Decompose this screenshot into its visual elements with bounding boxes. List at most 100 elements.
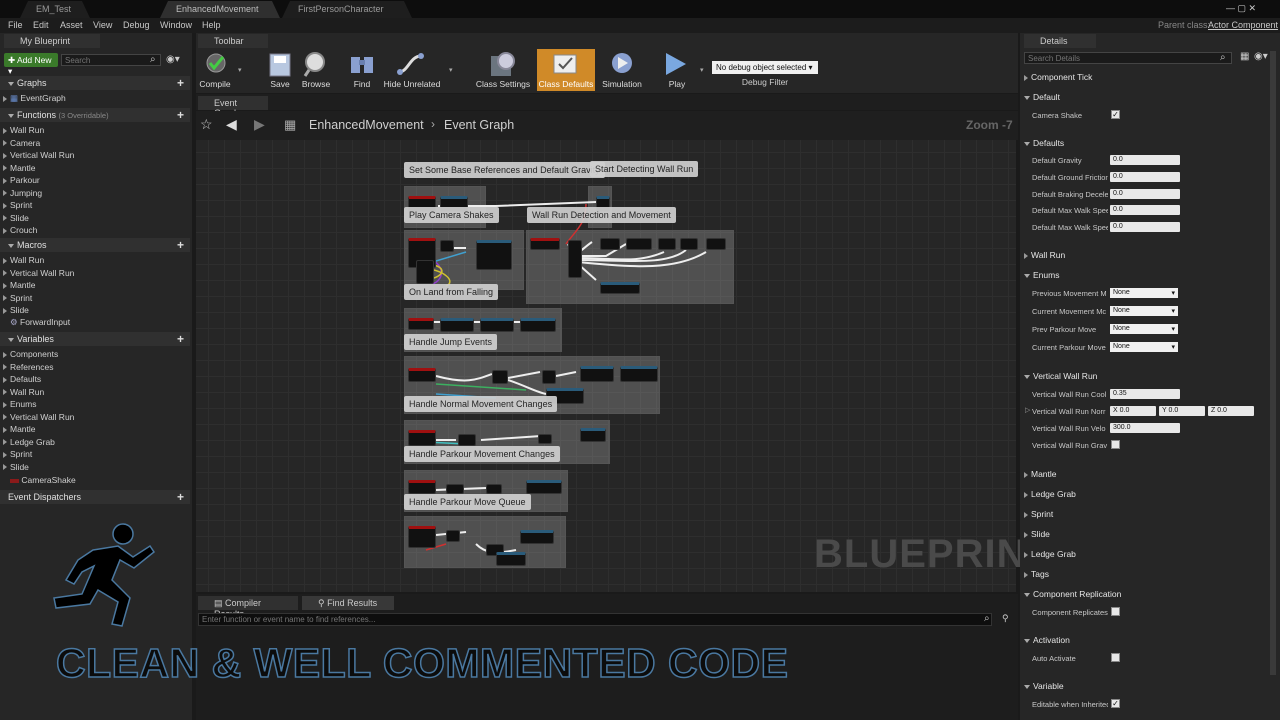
section-defaults[interactable]: Defaults (1024, 138, 1064, 148)
section-component-replication[interactable]: Component Replication (1024, 589, 1121, 599)
graph-node[interactable] (480, 318, 514, 332)
variables-header[interactable]: Variables + (0, 332, 190, 346)
save-button[interactable]: Save (264, 79, 296, 89)
vwr-normal-z-field[interactable]: Z 0.0 (1208, 406, 1254, 416)
graph-node[interactable] (496, 552, 526, 566)
menu-help[interactable]: Help (202, 20, 221, 30)
vwr-normal-x-field[interactable]: X 0.0 (1110, 406, 1156, 416)
function-item[interactable]: Jumping (3, 188, 42, 198)
class-settings-button[interactable]: Class Settings (472, 79, 534, 89)
tab-enhanced-movement[interactable]: EnhancedMovement (160, 1, 280, 18)
play-options-icon[interactable]: ▾ (700, 66, 704, 74)
graph-node[interactable] (408, 318, 434, 330)
blueprint-search-input[interactable] (61, 54, 161, 66)
functions-header[interactable]: Functions (3 Overridable) + (0, 108, 190, 122)
grid-view-icon[interactable]: ▦ (1240, 51, 1249, 62)
enum-row-dropdown[interactable]: None ▾ (1110, 324, 1178, 334)
menu-asset[interactable]: Asset (60, 20, 83, 30)
graph-node[interactable] (520, 530, 554, 544)
graph-node[interactable] (580, 428, 606, 442)
tab-first-person-character[interactable]: FirstPersonCharacter (282, 1, 412, 18)
variable-item[interactable]: Sprint (3, 449, 32, 459)
menu-edit[interactable]: Edit (33, 20, 49, 30)
graph-node[interactable] (600, 282, 640, 294)
vwr-velocity-field[interactable]: 300.0 (1110, 423, 1180, 433)
menu-view[interactable]: View (93, 20, 112, 30)
section-enums[interactable]: Enums (1024, 270, 1059, 280)
variable-item[interactable]: Components (3, 349, 58, 359)
graph-node[interactable] (492, 370, 508, 384)
graph-node[interactable] (458, 434, 476, 446)
graph-node[interactable] (440, 240, 454, 252)
graphs-header[interactable]: Graphs + (0, 76, 190, 90)
variable-camera-shake[interactable]: CameraShake (10, 475, 76, 485)
event-dispatchers-header[interactable]: Event Dispatchers + (0, 490, 190, 504)
graph-node[interactable] (416, 260, 434, 284)
graph-node[interactable] (526, 480, 562, 494)
function-item[interactable]: Crouch (3, 225, 37, 235)
details-search-input[interactable] (1024, 52, 1232, 64)
compile-options-icon[interactable]: ▾ (238, 66, 242, 74)
defaults-row-field[interactable]: 0.0 (1110, 222, 1180, 233)
tab-em-test[interactable]: EM_Test (20, 1, 90, 18)
function-item[interactable]: Camera (3, 138, 40, 148)
graph-node[interactable] (476, 240, 512, 270)
defaults-row-field[interactable]: 0.0 (1110, 205, 1180, 216)
vwr-gravity-checkbox[interactable] (1111, 440, 1120, 449)
expand-icon[interactable]: ▷ (1025, 406, 1030, 414)
macro-item[interactable]: Sprint (3, 293, 32, 303)
menu-file[interactable]: File (8, 20, 23, 30)
graph-node[interactable] (542, 370, 556, 384)
graph-node[interactable] (486, 484, 502, 494)
add-icon[interactable]: + (177, 490, 184, 504)
forward-arrow-icon[interactable]: ▶ (254, 116, 265, 133)
eye-icon[interactable]: ◉▾ (166, 54, 180, 65)
details-scrollbar[interactable] (1270, 51, 1276, 675)
graph-node[interactable] (658, 238, 676, 250)
parent-class-link[interactable]: Actor Component (1208, 20, 1278, 30)
menu-window[interactable]: Window (160, 20, 192, 30)
hide-unrelated-options-icon[interactable]: ▾ (449, 66, 453, 74)
enum-row-dropdown[interactable]: None ▾ (1110, 342, 1178, 352)
section-variable[interactable]: Variable (1024, 681, 1064, 691)
variable-item[interactable]: Vertical Wall Run (3, 412, 74, 422)
details-tab[interactable]: Details (1024, 34, 1096, 48)
graph-node[interactable] (568, 240, 582, 278)
compile-button[interactable]: Compile (198, 79, 232, 89)
section-component-tick[interactable]: Component Tick (1024, 72, 1092, 82)
graph-node[interactable] (680, 238, 698, 250)
graph-node[interactable] (446, 484, 464, 494)
find-in-all-icon[interactable]: ⚲ (1002, 613, 1009, 624)
editable-inherited-checkbox[interactable]: ✓ (1111, 699, 1120, 708)
graph-node[interactable] (580, 366, 614, 382)
menu-debug[interactable]: Debug (123, 20, 150, 30)
variable-item[interactable]: Mantle (3, 424, 36, 434)
collapsed-section[interactable]: Tags (1024, 569, 1049, 579)
variable-item[interactable]: Slide (3, 462, 29, 472)
add-icon[interactable]: + (177, 238, 184, 252)
defaults-row-field[interactable]: 0.0 (1110, 188, 1180, 199)
find-results-tab[interactable]: ⚲ Find Results (302, 596, 394, 610)
function-item[interactable]: Slide (3, 213, 29, 223)
graph-item-eventgraph[interactable]: ▦ EventGraph (3, 93, 66, 104)
class-defaults-button[interactable]: Class Defaults (537, 49, 595, 91)
function-item[interactable]: Wall Run (3, 125, 44, 135)
function-item[interactable]: Sprint (3, 200, 32, 210)
variable-item[interactable]: Wall Run (3, 387, 44, 397)
comment-label[interactable]: Handle Normal Movement Changes (404, 396, 558, 412)
macro-forward-input[interactable]: ⚙ ForwardInput (10, 317, 70, 328)
variable-item[interactable]: Defaults (3, 374, 41, 384)
graph-node[interactable] (440, 318, 474, 332)
vwr-cool-field[interactable]: 0.35 (1110, 389, 1180, 399)
macro-item[interactable]: Vertical Wall Run (3, 268, 74, 278)
collapsed-section[interactable]: Mantle (1024, 469, 1057, 479)
section-wall-run[interactable]: Wall Run (1024, 250, 1065, 260)
collapsed-section[interactable]: Ledge Grab (1024, 549, 1076, 559)
comment-label[interactable]: On Land from Falling (404, 284, 499, 300)
add-new-button[interactable]: ✚ Add New ▾ (4, 53, 58, 76)
collapsed-section[interactable]: Ledge Grab (1024, 489, 1076, 499)
graph-node[interactable] (446, 530, 460, 542)
comment-label[interactable]: Handle Parkour Movement Changes (404, 446, 560, 462)
find-references-input[interactable] (198, 613, 992, 626)
back-arrow-icon[interactable]: ◀ (226, 116, 237, 133)
